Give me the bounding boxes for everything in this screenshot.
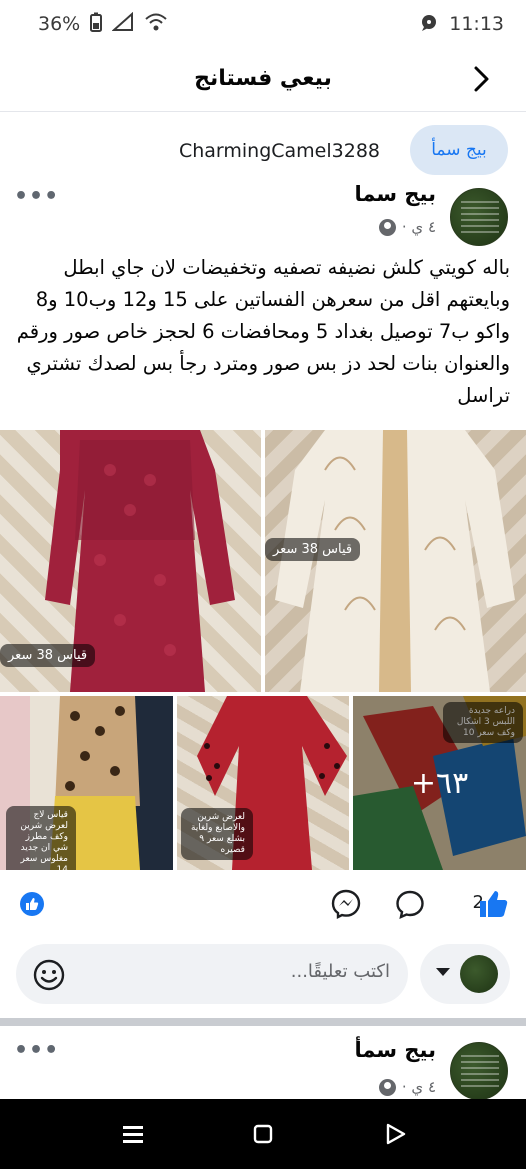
comment-icon	[396, 890, 424, 920]
post2-author-name[interactable]: بيج سمأ	[354, 1038, 436, 1062]
battery-percent: 36%	[38, 13, 81, 35]
chevron-right-icon	[474, 66, 489, 92]
thumbs-up-icon	[480, 891, 508, 917]
thumbs-up-icon	[26, 898, 39, 910]
share-messenger-button[interactable]	[330, 888, 364, 922]
wifi-icon	[144, 12, 168, 37]
photo-polka-dress[interactable]: لعرض شرين والاصابع ولغاية بشلع سعر ٩ قصي…	[177, 696, 349, 870]
author-avatar[interactable]	[450, 188, 508, 246]
post-header: ••• بيج سما ٤ ي ·	[0, 180, 526, 250]
public-globe-icon	[378, 218, 396, 236]
feed-divider	[0, 1018, 526, 1026]
photo4-tag: لعرض شرين والاصابع ولغاية بشلع سعر ٩ قصي…	[181, 808, 253, 860]
messenger-icon	[331, 889, 361, 919]
clock: 11:13	[449, 13, 504, 35]
messenger-bubble-icon	[419, 12, 439, 37]
comment-as-page-chooser[interactable]	[420, 944, 510, 1004]
photo3-tag: قياس لاج لعرض شرين وكف مطرز شي ان جديد م…	[6, 806, 76, 870]
comment-placeholder: اكتب تعليقًا...	[290, 961, 390, 982]
post-meta: ٤ ي ·	[378, 218, 436, 236]
page-title: بيعي فستانج	[194, 66, 332, 91]
post-author-name[interactable]: بيج سما	[354, 182, 436, 206]
back-button[interactable]	[466, 64, 496, 94]
more-options-button[interactable]: •••	[14, 184, 59, 209]
photo-red-dress[interactable]: قياس 38 سعر	[0, 430, 261, 692]
comment-bar: اكتب تعليقًا...	[16, 944, 510, 1006]
post2-header: ••• بيج سمأ ٤ ي ·	[0, 1036, 526, 1100]
post-actions: 2	[0, 882, 526, 930]
post2-meta: ٤ ي ·	[378, 1078, 436, 1096]
status-bar: 36% 11:13	[0, 0, 526, 48]
public-globe-icon	[378, 1078, 396, 1096]
post2-time[interactable]: ٤ ي ·	[402, 1078, 436, 1096]
photo-white-dress[interactable]: قياس 38 سعر	[265, 430, 526, 692]
photo-leopard-dress[interactable]: قياس لاج لعرض شرين وكف مطرز شي ان جديد م…	[0, 696, 173, 870]
page-avatar	[460, 955, 498, 993]
recent-apps-icon[interactable]	[120, 1121, 146, 1147]
comment-button[interactable]	[394, 888, 428, 922]
photo1-tag: قياس 38 سعر	[0, 644, 96, 667]
like-button[interactable]	[478, 888, 512, 922]
like-reaction-badge[interactable]	[20, 892, 44, 916]
seller-row: بيج سمأ CharmingCamel3288	[0, 124, 526, 176]
comment-input[interactable]: اكتب تعليقًا...	[16, 944, 408, 1004]
white-dress-image	[275, 430, 515, 692]
caret-down-icon	[436, 968, 450, 976]
more-options-button[interactable]: •••	[14, 1038, 59, 1063]
seller-page-pill[interactable]: بيج سمأ	[410, 125, 508, 175]
post-time[interactable]: ٤ ي ·	[402, 218, 436, 236]
author-avatar[interactable]	[450, 1042, 508, 1100]
system-nav-bar	[0, 1099, 526, 1169]
back-icon[interactable]	[382, 1121, 408, 1147]
seller-username[interactable]: CharmingCamel3288	[179, 140, 380, 162]
emoji-icon[interactable]	[32, 958, 66, 992]
photo2-tag: قياس 38 سعر	[265, 538, 361, 561]
home-icon[interactable]	[250, 1121, 276, 1147]
signal-icon	[111, 11, 134, 37]
post-text: باله كويتي كلش نضيفه تصفيه وتخفيضات لان …	[16, 256, 510, 407]
battery-icon	[90, 12, 103, 37]
more-photos-count: ٦٣+	[410, 765, 469, 801]
photo-grid: قياس 38 سعر قياس 38 سعر قياس لاج لعرض شر…	[0, 430, 526, 870]
top-app-bar: بيعي فستانج	[0, 48, 526, 112]
photo-more[interactable]: دراعه جديدة اللبس 3 اشكال وكف سعر 10 ٦٣+	[353, 696, 526, 870]
more-photos-overlay: ٦٣+	[353, 696, 526, 870]
